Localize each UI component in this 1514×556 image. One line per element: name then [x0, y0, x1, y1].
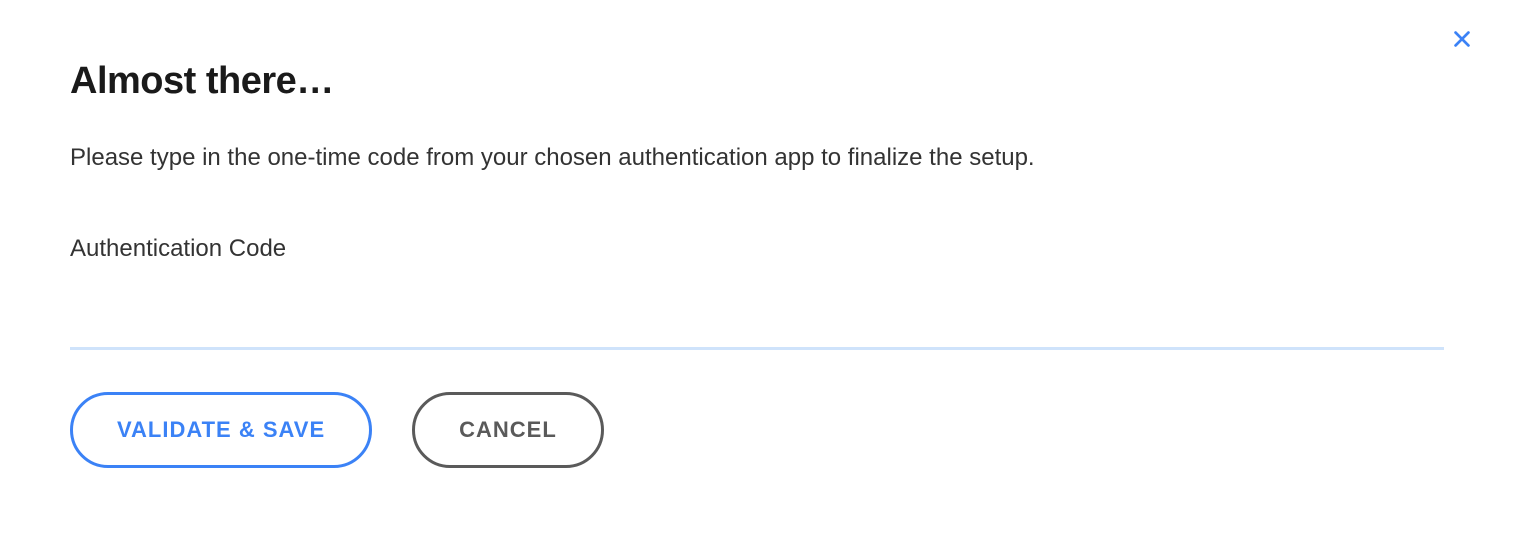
close-icon [1451, 28, 1473, 53]
close-button[interactable] [1450, 28, 1474, 52]
cancel-button[interactable]: CANCEL [412, 392, 604, 468]
modal-title: Almost there… [70, 60, 1444, 103]
auth-code-label: Authentication Code [70, 235, 1444, 263]
auth-code-input[interactable] [70, 273, 1444, 350]
modal-content: Almost there… Please type in the one-tim… [0, 0, 1514, 468]
button-row: VALIDATE & SAVE CANCEL [70, 392, 1444, 468]
validate-save-button[interactable]: VALIDATE & SAVE [70, 392, 372, 468]
modal-description: Please type in the one-time code from yo… [70, 141, 1444, 175]
